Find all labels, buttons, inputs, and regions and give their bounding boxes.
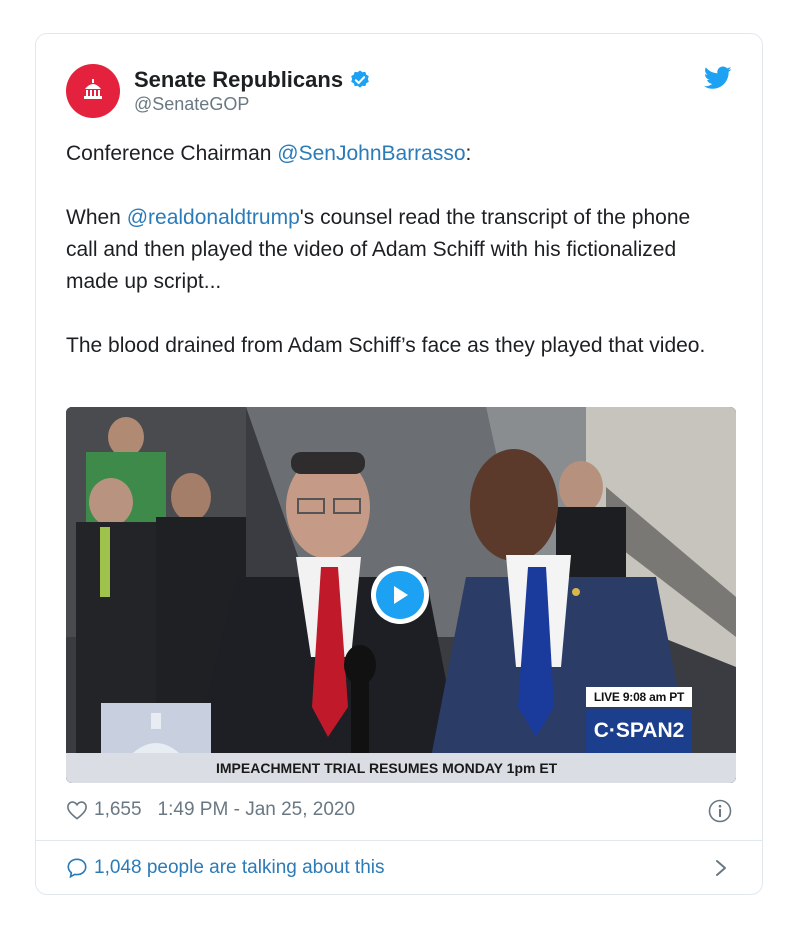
tweet-text-segment: : [465, 142, 472, 165]
verified-badge-icon [351, 70, 369, 88]
tweet-line-1: Conference Chairman @SenJohnBarrasso: [66, 138, 726, 170]
tweet-card[interactable]: Senate Republicans @SenateGOP Conference… [35, 33, 763, 895]
play-icon [394, 586, 408, 604]
twitter-bird-icon[interactable] [704, 66, 732, 90]
tweet-paragraph-3: The blood drained from Adam Schiff’s fac… [66, 334, 706, 357]
conversation-count-label[interactable]: 1,048 people are talking about this [94, 857, 385, 879]
mention-link-realdonaldtrump[interactable]: @realdonaldtrump [127, 206, 300, 229]
network-logo: C·SPAN2 [586, 709, 692, 753]
user-handle[interactable]: @SenateGOP [134, 94, 249, 115]
avatar[interactable] [66, 64, 120, 118]
tweet-paragraph-2: When @realdonaldtrump's counsel read the… [66, 202, 726, 298]
divider [36, 840, 762, 841]
info-icon[interactable] [708, 799, 732, 823]
news-ticker: IMPEACHMENT TRIAL RESUMES MONDAY 1pm ET [66, 753, 736, 783]
capitol-icon [84, 79, 102, 99]
heart-icon[interactable] [66, 800, 88, 820]
tweet-text-segment: Conference Chairman [66, 142, 278, 165]
display-name[interactable]: Senate Republicans [134, 67, 343, 93]
video-media[interactable]: LIVE 9:08 am PT C·SPAN2 IMPEACHMENT TRIA… [66, 407, 736, 783]
ticker-text: IMPEACHMENT TRIAL RESUMES MONDAY 1pm ET [216, 760, 558, 776]
tweet-meta: 1,655 1:49 PM - Jan 25, 2020 [66, 799, 355, 821]
conversation-link[interactable]: 1,048 people are talking about this [66, 857, 385, 879]
tweet-text: Conference Chairman @SenJohnBarrasso: Wh… [66, 138, 726, 362]
live-time-label: LIVE 9:08 am PT [586, 687, 692, 707]
play-button[interactable] [371, 566, 429, 624]
chevron-right-icon[interactable] [714, 858, 728, 878]
mention-link-barrasso[interactable]: @SenJohnBarrasso [277, 142, 465, 165]
speech-bubble-icon [67, 858, 87, 879]
like-count[interactable]: 1,655 [94, 799, 142, 821]
tweet-timestamp[interactable]: 1:49 PM - Jan 25, 2020 [158, 799, 356, 821]
tweet-text-segment: When [66, 206, 127, 229]
